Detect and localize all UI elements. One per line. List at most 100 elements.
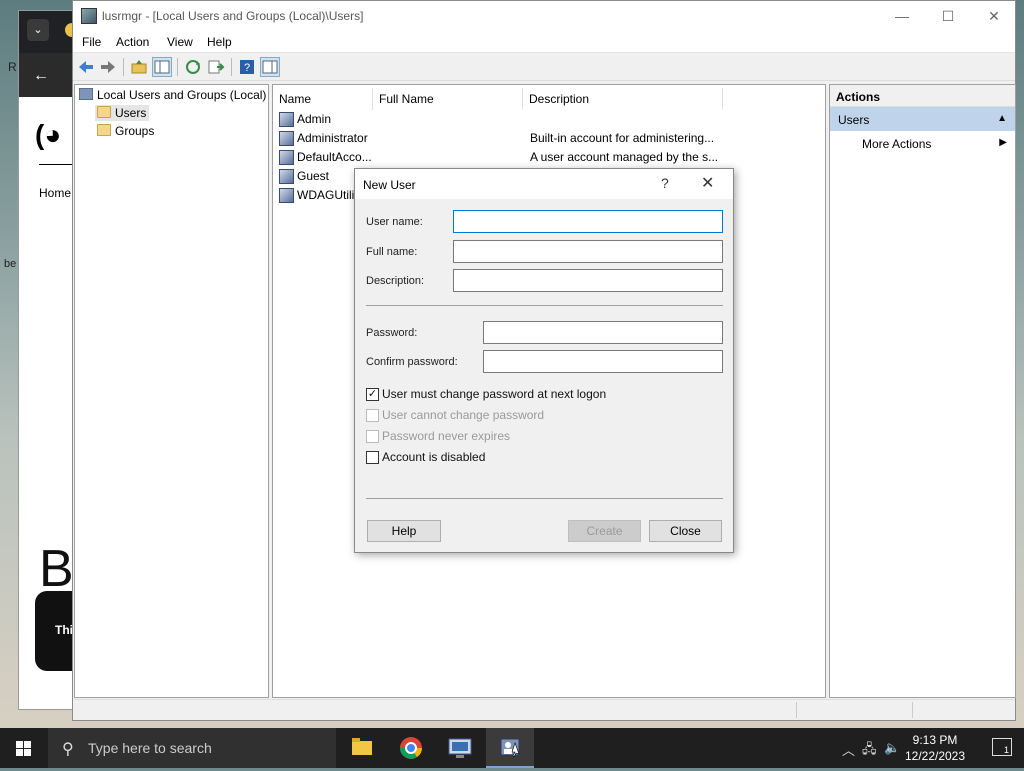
password-field[interactable] bbox=[483, 321, 723, 344]
checkbox-label: Account is disabled bbox=[382, 450, 486, 464]
refresh-icon[interactable] bbox=[184, 58, 202, 76]
help-button[interactable]: Help bbox=[367, 520, 441, 542]
column-header-description[interactable]: Description bbox=[523, 88, 723, 110]
close-window-button[interactable]: ✕ bbox=[971, 1, 1017, 31]
more-actions-item[interactable]: More Actions ▶ bbox=[830, 131, 1015, 155]
collapse-up-icon[interactable]: ▲ bbox=[997, 113, 1007, 124]
menu-file[interactable]: File bbox=[82, 35, 101, 49]
actions-pane: Actions Users ▲ More Actions ▶ bbox=[829, 84, 1016, 698]
console-tree: Local Users and Groups (Local) Users Gro… bbox=[74, 84, 269, 698]
dialog-help-icon[interactable]: ? bbox=[661, 175, 669, 191]
tab-search-icon[interactable]: ⌄ bbox=[27, 19, 49, 41]
remote-desktop-taskbar-icon[interactable] bbox=[436, 728, 484, 768]
lusrmgr-app-icon bbox=[81, 8, 97, 24]
notification-center-icon[interactable]: 1 bbox=[992, 738, 1012, 756]
users-groups-icon bbox=[79, 88, 93, 100]
file-explorer-taskbar-icon[interactable] bbox=[338, 728, 386, 768]
notification-count: 1 bbox=[1003, 745, 1009, 755]
taskbar: ⚲ Type here to search ︿ 🖧 🔈 9:13 PM 12/2… bbox=[0, 728, 1024, 768]
password-label: Password: bbox=[366, 327, 418, 339]
network-icon[interactable]: 🖧 bbox=[862, 740, 877, 762]
chrome-taskbar-icon[interactable] bbox=[387, 728, 435, 768]
column-header-name[interactable]: Name bbox=[273, 88, 373, 110]
minimize-button[interactable]: — bbox=[879, 1, 925, 31]
description-field[interactable] bbox=[453, 269, 723, 292]
status-separator bbox=[912, 702, 913, 718]
help-icon[interactable]: ? bbox=[238, 58, 256, 76]
user-icon bbox=[279, 169, 294, 184]
actions-section-users[interactable]: Users ▲ bbox=[830, 107, 1015, 131]
clock-date: 12/22/2023 bbox=[904, 749, 966, 763]
checkbox-label: Password never expires bbox=[382, 429, 511, 443]
dialog-divider bbox=[366, 498, 723, 499]
toolbar-separator bbox=[123, 58, 124, 76]
column-header-full-name[interactable]: Full Name bbox=[373, 88, 523, 110]
volume-muted-icon[interactable]: 🔈 bbox=[884, 740, 900, 756]
user-description: A user account managed by the s... bbox=[530, 150, 719, 164]
up-folder-icon[interactable] bbox=[130, 58, 148, 76]
more-actions-label: More Actions bbox=[862, 137, 932, 151]
fullname-label: Full name: bbox=[366, 246, 418, 258]
tree-item-groups[interactable]: Groups bbox=[95, 123, 154, 139]
user-name: Administrator bbox=[297, 131, 368, 145]
back-arrow-icon[interactable]: ← bbox=[33, 67, 49, 85]
dialog-divider bbox=[366, 305, 723, 306]
show-hidden-icons-chevron-icon[interactable]: ︿ bbox=[842, 740, 855, 759]
show-hide-action-pane-icon[interactable] bbox=[260, 57, 280, 77]
user-description: Built-in account for administering... bbox=[530, 131, 715, 145]
system-tray: ︿ 🖧 🔈 9:13 PM 12/22/2023 1 bbox=[834, 728, 1024, 768]
promo-card-text: Thi bbox=[55, 623, 73, 637]
user-row[interactable]: Guest bbox=[279, 167, 329, 186]
svg-text:?: ? bbox=[244, 62, 250, 74]
tree-item-label: Groups bbox=[115, 124, 155, 138]
tree-item-users[interactable]: Users bbox=[95, 105, 150, 121]
account-disabled-checkbox[interactable]: Account is disabled bbox=[366, 450, 485, 466]
user-row[interactable]: DefaultAcco... bbox=[279, 148, 372, 167]
user-row[interactable]: WDAGUtilit bbox=[279, 186, 358, 205]
checkbox-icon[interactable] bbox=[366, 451, 379, 464]
window-title: lusrmgr - [Local Users and Groups (Local… bbox=[102, 9, 364, 23]
tree-item-label: Users bbox=[115, 106, 147, 120]
user-name: WDAGUtilit bbox=[297, 188, 358, 202]
fullname-field[interactable] bbox=[453, 240, 723, 263]
menu-action[interactable]: Action bbox=[116, 35, 149, 49]
taskbar-search-box[interactable]: ⚲ Type here to search bbox=[48, 728, 336, 768]
description-label: Description: bbox=[366, 275, 425, 287]
actions-header: Actions bbox=[830, 85, 1015, 107]
clock[interactable]: 9:13 PM 12/22/2023 bbox=[900, 732, 970, 764]
toolbar-separator bbox=[177, 58, 178, 76]
menu-help[interactable]: Help bbox=[207, 35, 232, 49]
page-heading-fragment: B bbox=[39, 540, 74, 598]
site-logo: (◕ bbox=[35, 119, 62, 150]
search-icon: ⚲ bbox=[62, 741, 74, 758]
home-link[interactable]: Home bbox=[39, 186, 71, 200]
new-user-dialog: New User ? ✕ User name: Full name: Descr… bbox=[354, 168, 734, 553]
desktop-text-r: R bbox=[8, 60, 17, 74]
user-row[interactable]: Admin bbox=[279, 110, 331, 129]
menu-view[interactable]: View bbox=[167, 35, 193, 49]
checkbox-checked-icon[interactable]: ✓ bbox=[366, 388, 379, 401]
username-field[interactable] bbox=[453, 210, 723, 233]
maximize-button[interactable]: ☐ bbox=[925, 1, 971, 31]
user-name: Admin bbox=[297, 112, 332, 126]
folder-icon bbox=[97, 106, 111, 118]
user-row[interactable]: Administrator bbox=[279, 129, 368, 148]
confirm-password-field[interactable] bbox=[483, 350, 723, 373]
lusrmgr-taskbar-icon[interactable] bbox=[486, 728, 534, 768]
dialog-close-icon[interactable]: ✕ bbox=[701, 173, 714, 193]
checkbox-label: User cannot change password bbox=[382, 408, 545, 422]
show-hide-tree-icon[interactable] bbox=[152, 57, 172, 77]
export-list-icon[interactable] bbox=[207, 58, 225, 76]
forward-arrow-icon[interactable] bbox=[99, 58, 117, 76]
dialog-title: New User bbox=[363, 178, 416, 192]
window-titlebar[interactable]: lusrmgr - [Local Users and Groups (Local… bbox=[73, 1, 1015, 31]
dialog-titlebar[interactable]: New User ? ✕ bbox=[355, 169, 733, 199]
status-separator bbox=[796, 702, 797, 718]
create-button[interactable]: Create bbox=[568, 520, 641, 542]
close-button[interactable]: Close bbox=[649, 520, 722, 542]
user-icon bbox=[279, 188, 294, 203]
must-change-password-checkbox[interactable]: ✓ User must change password at next logo… bbox=[366, 387, 606, 403]
start-button[interactable] bbox=[0, 728, 48, 768]
back-arrow-icon[interactable] bbox=[77, 58, 95, 76]
tree-root-local-users-groups[interactable]: Local Users and Groups (Local) bbox=[77, 87, 266, 103]
